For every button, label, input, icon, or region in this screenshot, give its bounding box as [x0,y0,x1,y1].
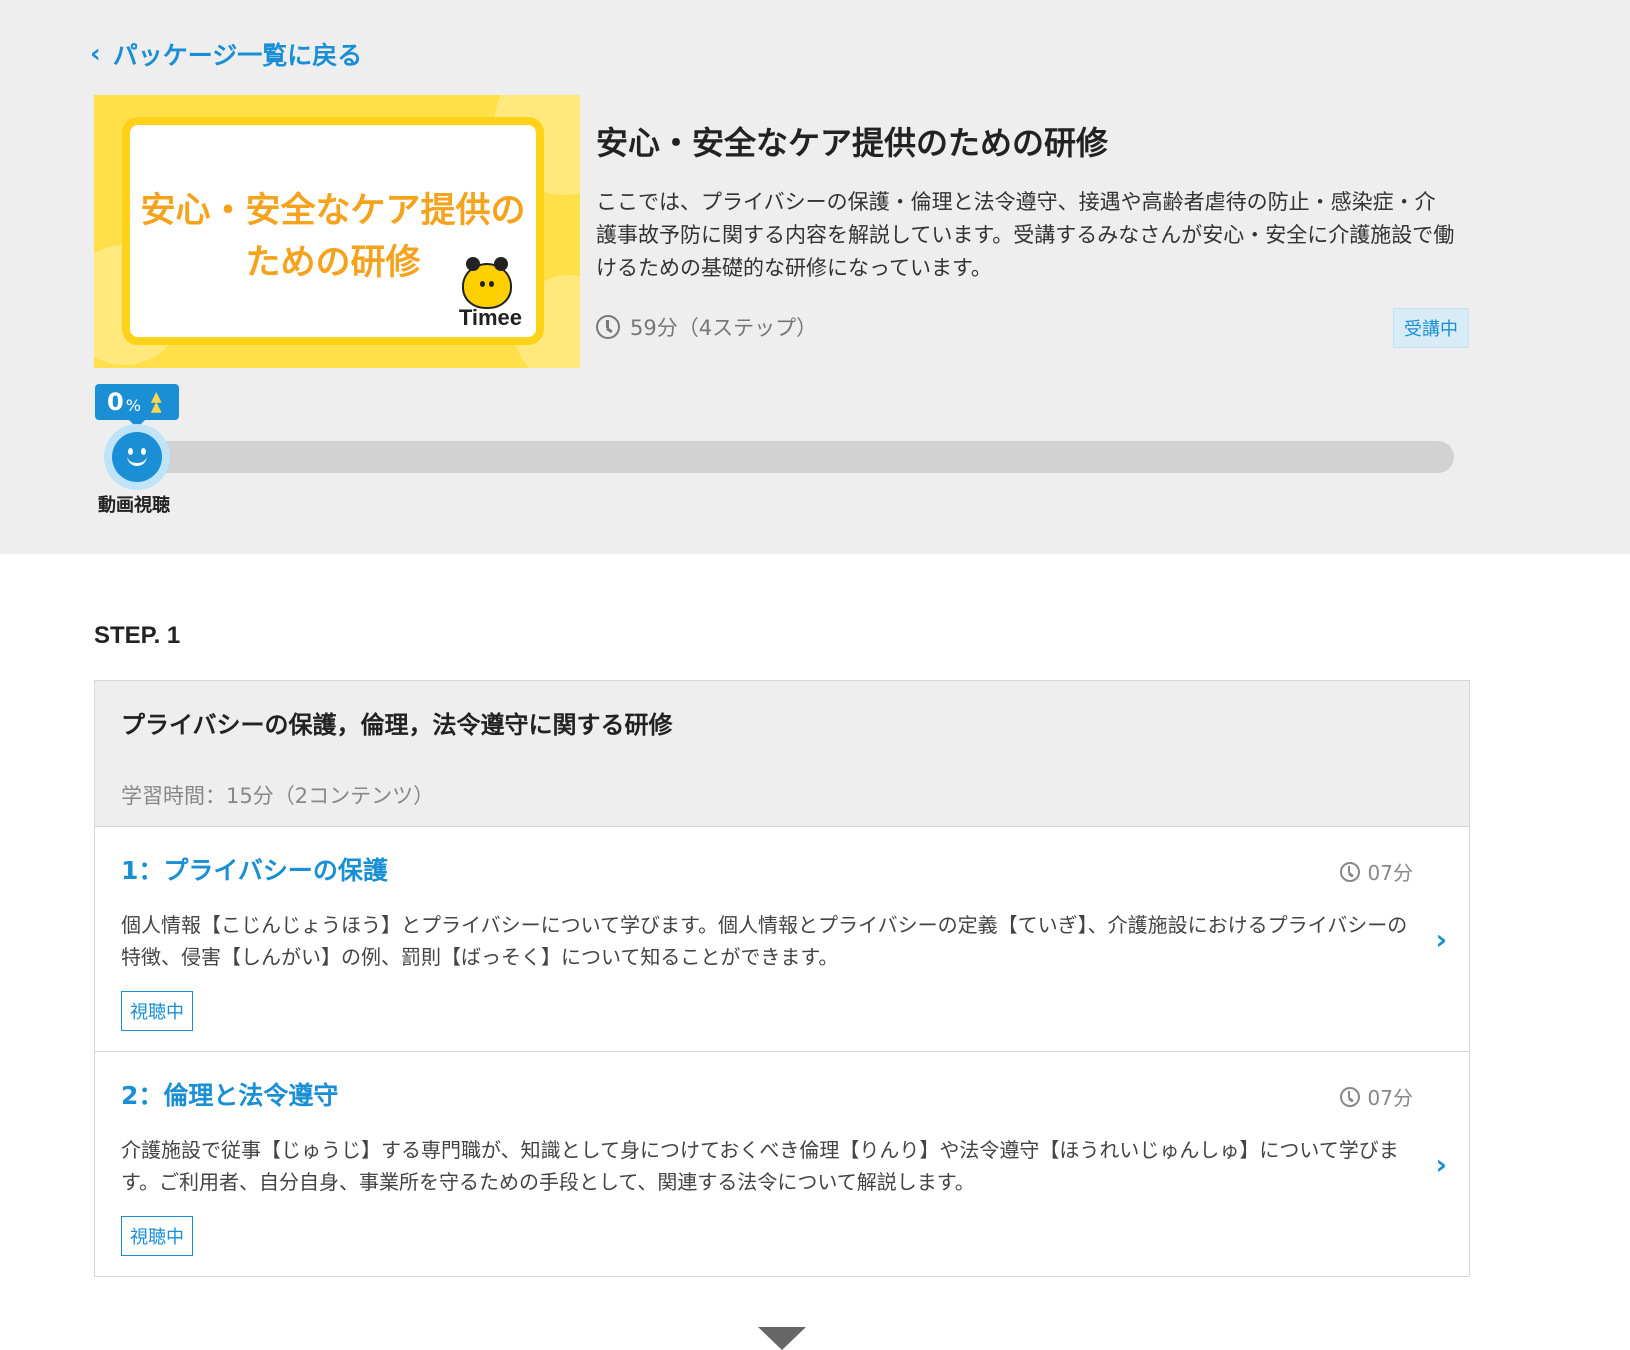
course-duration-text: 59分（4ステップ） [630,316,818,340]
clock-icon [596,315,620,339]
smiley-face-icon [112,432,162,482]
mascot-icon [462,257,512,309]
back-link-label: パッケージ一覧に戻る [112,41,363,70]
clock-icon [1339,861,1360,882]
back-to-packages-link[interactable]: ‹ パッケージ一覧に戻る [90,36,362,72]
course-description: ここでは、プライバシーの保護・倫理と法令遵守、接遇や高齢者虐待の防止・感染症・介… [596,190,1455,280]
course-duration: 59分（4ステップ） [596,312,817,342]
course-hero: ‹ パッケージ一覧に戻る 安心・安全なケア提供の ための研修 Timee 安心・… [0,0,1630,554]
progress-percent-value: 0 [107,388,124,416]
progress-up-icon: ▲ ▲ [150,389,162,415]
step-title: プライバシーの保護，倫理，法令遵守に関する研修 [121,711,673,739]
content-item-description: 介護施設で従事【じゅうじ】する専門職が、知識として身につけておくべき倫理【りんり… [121,1138,1399,1194]
course-thumbnail: 安心・安全なケア提供の ための研修 Timee [94,95,580,368]
content-item-description: 個人情報【こじんじょうほう】とプライバシーについて学びます。個人情報とプライバシ… [121,913,1408,969]
progress-bar [136,441,1454,473]
step-meta: 学習時間：15分（2コンテンツ） [121,784,435,808]
content-item-title: 2：倫理と法令遵守 [121,1081,339,1110]
step-card: プライバシーの保護，倫理，法令遵守に関する研修 学習時間：15分（2コンテンツ）… [94,680,1470,1277]
course-title: 安心・安全なケア提供のための研修 [596,124,1109,162]
content-item[interactable]: 2：倫理と法令遵守 07分 介護施設で従事【じゅうじ】する専門職が、知識として身… [95,1052,1469,1277]
content-item-duration: 07分 [1339,857,1413,886]
chevron-right-icon: › [1435,923,1447,956]
progress-percent-unit: % [125,395,141,415]
status-badge: 受講中 [1393,308,1469,348]
progress-step-label: 動画視聴 [98,495,170,516]
content-item[interactable]: 1：プライバシーの保護 07分 個人情報【こじんじょうほう】とプライバシーについ… [95,827,1469,1052]
viewing-status-badge: 視聴中 [121,991,193,1031]
thumbnail-brand-logo: Timee [458,305,522,330]
down-arrow-icon [758,1327,806,1350]
clock-icon [1339,1086,1360,1107]
thumbnail-card: 安心・安全なケア提供の ための研修 Timee [122,117,544,345]
viewing-status-badge: 視聴中 [121,1216,193,1256]
progress-marker [104,424,170,490]
content-item-title: 1：プライバシーの保護 [121,856,388,885]
content-item-duration: 07分 [1339,1082,1413,1111]
chevron-right-icon: › [1435,1148,1447,1181]
progress-percent-badge: 0 % ▲ ▲ [95,384,179,428]
chevron-left-icon: ‹ [90,39,101,69]
step-heading: STEP. 1 [94,622,181,649]
step-header: プライバシーの保護，倫理，法令遵守に関する研修 学習時間：15分（2コンテンツ） [95,681,1469,827]
